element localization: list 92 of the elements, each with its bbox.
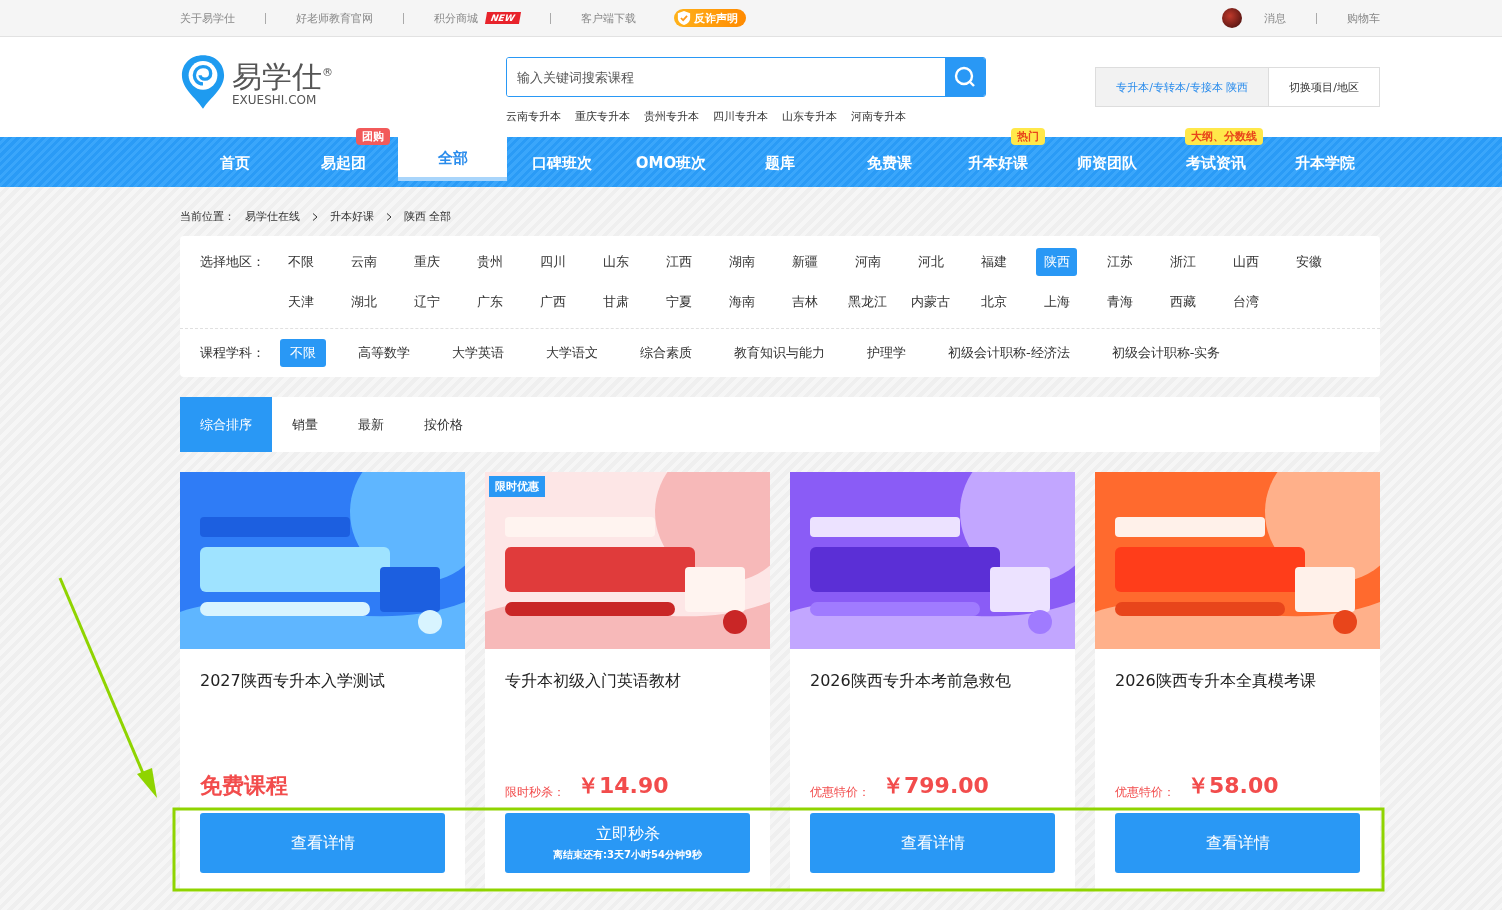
filter-option[interactable]: 广东 (469, 288, 510, 316)
filter-option[interactable]: 贵州 (469, 248, 510, 276)
sort-tab[interactable]: 按价格 (404, 397, 483, 452)
hot-search-link[interactable]: 云南专升本 (506, 109, 561, 124)
avatar[interactable] (1222, 8, 1242, 28)
chevron-right-icon (312, 212, 318, 221)
price-label: 限时秒杀： (505, 784, 565, 801)
price-text: ￥799.00 (882, 772, 989, 800)
filter-option[interactable]: 河南 (847, 248, 888, 276)
search-button[interactable] (945, 58, 985, 96)
filter-option[interactable]: 综合素质 (630, 339, 702, 367)
filter-option[interactable]: 黑龙江 (847, 288, 888, 316)
filter-option[interactable]: 高等数学 (348, 339, 420, 367)
filter-option[interactable]: 四川 (532, 248, 573, 276)
filter-option[interactable]: 不限 (280, 248, 321, 276)
price-text: 免费课程 (200, 772, 288, 800)
nav-tab[interactable]: 全部 (398, 137, 508, 181)
sort-tab[interactable]: 最新 (338, 397, 404, 452)
course-card[interactable]: 限时优惠 专升本初级入门英语教材 限时秒杀： ￥14.90 立即秒杀 离结束还有:3天7小时54分钟9秒 (485, 472, 770, 892)
filter-option[interactable]: 新疆 (784, 248, 825, 276)
hot-search-link[interactable]: 贵州专升本 (644, 109, 699, 124)
sort-tab[interactable]: 销量 (272, 397, 338, 452)
filter-option[interactable]: 西藏 (1162, 288, 1203, 316)
top-link[interactable]: 购物车 (1347, 10, 1380, 26)
filter-option[interactable]: 北京 (973, 288, 1014, 316)
filter-option[interactable]: 江西 (658, 248, 699, 276)
logo-text[interactable]: 易学仕$^{®}$ (232, 57, 333, 93)
course-card[interactable]: 2027陕西专升本入学测试 免费课程 查看详情 (180, 472, 465, 892)
course-title[interactable]: 2027陕西专升本入学测试 (200, 671, 445, 761)
filter-option[interactable]: 甘肃 (595, 288, 636, 316)
course-card[interactable]: 2026陕西专升本考前急救包 优惠特价： ￥799.00 查看详情 (790, 472, 1075, 892)
hot-search-link[interactable]: 四川专升本 (713, 109, 768, 124)
nav-badge: 大纲、分数线 (1184, 128, 1263, 145)
hot-search-link[interactable]: 重庆专升本 (575, 109, 630, 124)
price-text: ￥58.00 (1187, 772, 1279, 800)
filter-option[interactable]: 护理学 (857, 339, 916, 367)
breadcrumb-link[interactable]: 升本好课 (330, 209, 374, 224)
filter-option[interactable]: 宁夏 (658, 288, 699, 316)
chevron-right-icon (386, 212, 392, 221)
nav-badge: 热门 (1010, 128, 1045, 145)
breadcrumb-link[interactable]: 易学仕在线 (245, 209, 300, 224)
filter-option[interactable]: 青海 (1099, 288, 1140, 316)
search-icon (953, 65, 977, 89)
filter-label: 课程学科： (200, 344, 266, 362)
breadcrumb-link[interactable]: 陕西 全部 (404, 209, 452, 224)
top-link[interactable]: 客户端下载 (580, 10, 636, 26)
new-badge: NEW (484, 12, 521, 24)
filter-option[interactable]: 云南 (343, 248, 384, 276)
filter-label: 选择地区： (200, 253, 266, 271)
top-link[interactable]: 好老师教育官网 (296, 10, 373, 26)
filter-option[interactable]: 江苏 (1099, 248, 1140, 276)
price-label: 优惠特价： (1115, 784, 1175, 801)
filter-option[interactable]: 天津 (280, 288, 321, 316)
logo-domain: EXUESHI.COM (232, 93, 318, 107)
filter-option[interactable]: 内蒙古 (910, 288, 951, 316)
nav-badge: 团购 (356, 128, 391, 145)
filter-option[interactable]: 台湾 (1225, 288, 1266, 316)
top-link[interactable]: 消息 (1264, 10, 1286, 26)
hot-search-link[interactable]: 河南专升本 (851, 109, 906, 124)
filter-option[interactable]: 河北 (910, 248, 951, 276)
filter-option[interactable]: 教育知识与能力 (724, 339, 835, 367)
top-link[interactable]: 积分商城 (434, 10, 478, 26)
filter-option[interactable]: 初级会计职称-经济法 (938, 339, 1080, 367)
price-text: ￥14.90 (577, 772, 669, 800)
filter-option[interactable]: 山西 (1225, 248, 1266, 276)
course-title[interactable]: 2026陕西专升本全真模考课 (1115, 671, 1360, 761)
filter-option[interactable]: 福建 (973, 248, 1014, 276)
project-label: 专升本/专转本/专接本 陕西 (1096, 68, 1269, 106)
filter-option[interactable]: 初级会计职称-实务 (1101, 339, 1231, 367)
filter-option[interactable]: 湖北 (343, 288, 384, 316)
filter-option[interactable]: 上海 (1036, 288, 1077, 316)
logo-icon[interactable] (180, 53, 226, 111)
price-label: 优惠特价： (810, 784, 870, 801)
breadcrumb-label: 当前位置： (180, 209, 235, 224)
filter-option[interactable]: 安徽 (1288, 248, 1329, 276)
filter-option[interactable]: 大学英语 (442, 339, 514, 367)
filter-option[interactable]: 大学语文 (536, 339, 608, 367)
shield-check-icon (676, 10, 691, 26)
course-title[interactable]: 2026陕西专升本考前急救包 (810, 671, 1055, 761)
filter-option[interactable]: 湖南 (721, 248, 762, 276)
filter-option[interactable]: 重庆 (406, 248, 447, 276)
filter-option[interactable]: 辽宁 (406, 288, 447, 316)
region-selector[interactable]: 专升本/专转本/专接本 陕西 切换项目/地区 (1095, 67, 1380, 107)
course-card[interactable]: 2026陕西专升本全真模考课 优惠特价： ￥58.00 查看详情 (1095, 472, 1380, 892)
filter-option[interactable]: 海南 (721, 288, 762, 316)
filter-option[interactable]: 浙江 (1162, 248, 1203, 276)
filter-option[interactable]: 广西 (532, 288, 573, 316)
hot-search-link[interactable]: 山东专升本 (782, 109, 837, 124)
course-title[interactable]: 专升本初级入门英语教材 (505, 671, 750, 761)
filter-option[interactable]: 山东 (595, 248, 636, 276)
promo-badge: 限时优惠 (489, 476, 545, 497)
filter-option[interactable]: 吉林 (784, 288, 825, 316)
